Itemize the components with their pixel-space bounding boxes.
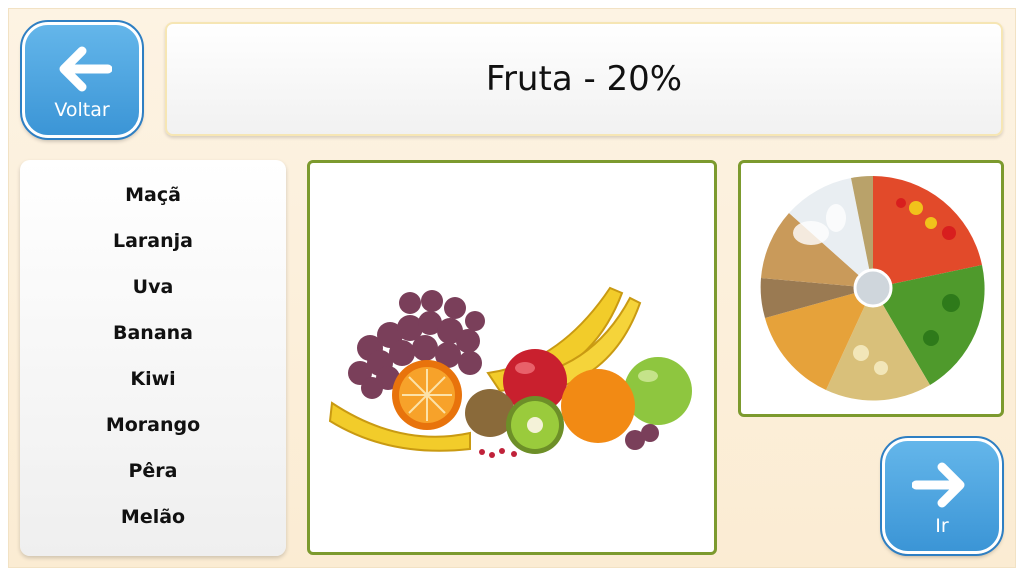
fruit-list: Maçã Laranja Uva Banana Kiwi Morango Pêr…: [20, 160, 286, 549]
food-wheel-image: [760, 175, 985, 401]
title-banner: Fruta - 20%: [165, 22, 1003, 136]
fruit-basket-image: [328, 286, 692, 458]
list-item[interactable]: Laranja: [20, 227, 286, 273]
list-item[interactable]: Maçã: [20, 181, 286, 227]
next-button-label: Ir: [935, 515, 949, 537]
list-item[interactable]: Pêra: [20, 457, 286, 503]
list-item[interactable]: Morango: [20, 411, 286, 457]
fruit-list-panel: Maçã Laranja Uva Banana Kiwi Morango Pêr…: [20, 160, 286, 556]
list-item[interactable]: Melão: [20, 503, 286, 549]
page-title: Fruta - 20%: [485, 59, 683, 99]
list-item[interactable]: Kiwi: [20, 365, 286, 411]
food-wheel-panel: [738, 160, 1004, 417]
next-button[interactable]: Ir: [880, 436, 1004, 556]
back-button[interactable]: Voltar: [20, 20, 144, 140]
list-item[interactable]: Banana: [20, 319, 286, 365]
back-button-label: Voltar: [54, 99, 110, 121]
arrow-left-icon: [25, 43, 139, 95]
fruit-image-panel: [307, 160, 717, 555]
list-item[interactable]: Uva: [20, 273, 286, 319]
arrow-right-icon: [885, 459, 999, 511]
